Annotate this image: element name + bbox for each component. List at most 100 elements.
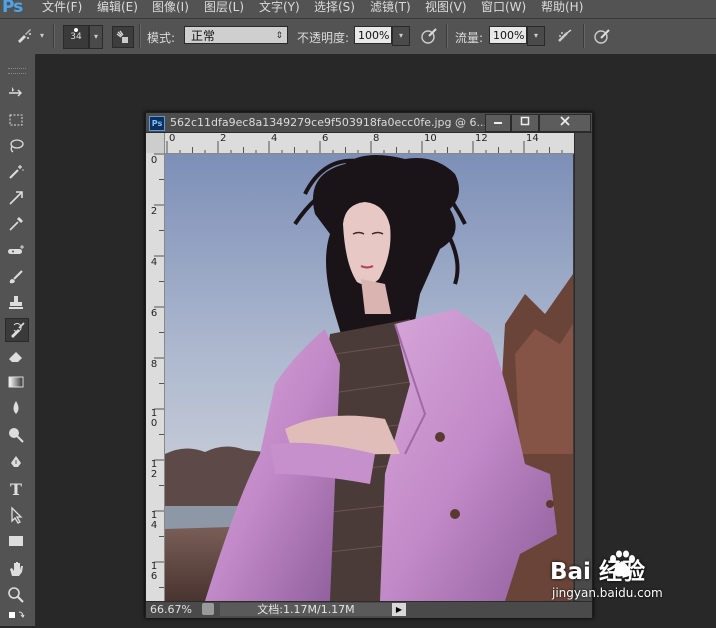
ruler-top-label: 14 xyxy=(526,133,539,144)
clone-stamp-icon[interactable] xyxy=(5,292,27,314)
status-info-icon[interactable] xyxy=(202,603,214,615)
magic-wand-icon[interactable] xyxy=(5,161,27,183)
separator xyxy=(583,24,585,48)
minimize-button[interactable] xyxy=(485,114,511,132)
brush-icon[interactable] xyxy=(5,266,27,288)
blend-mode-value: 正常 xyxy=(191,29,216,43)
ruler-left-label: 4 xyxy=(150,257,158,268)
photo-canvas[interactable] xyxy=(165,154,573,601)
options-bar: ▾ 34 ▾ 模式: 正常 ⇕ 不透明度: 100% ▾ 流量: 100% ▾ xyxy=(0,18,716,55)
brush-panel-toggle-icon[interactable] xyxy=(112,26,134,48)
document-window: Ps 562c11dfa9ec8a1349279ce9f503918fa0ecc… xyxy=(145,112,593,618)
panel-grip-icon[interactable] xyxy=(8,68,26,74)
history-brush-icon[interactable] xyxy=(5,318,29,342)
updown-arrows-icon: ⇕ xyxy=(275,31,283,41)
menu-select[interactable]: 选择(S) xyxy=(314,0,355,15)
minimize-icon xyxy=(494,122,502,124)
type-icon[interactable]: T xyxy=(5,478,27,500)
ruler-top-label: 12 xyxy=(475,133,488,144)
menu-layer[interactable]: 图层(L) xyxy=(204,0,244,15)
status-menu-arrow-icon[interactable]: ▶ xyxy=(392,603,406,616)
menu-file[interactable]: 文件(F) xyxy=(42,0,82,15)
tool-preset-dropdown[interactable]: ▾ xyxy=(36,25,48,47)
photo-image xyxy=(165,154,573,601)
marquee-icon[interactable] xyxy=(5,109,27,131)
menu-bar: Ps 文件(F) 编辑(E) 图像(I) 图层(L) 文字(Y) 选择(S) 滤… xyxy=(0,0,716,18)
watermark-url: jingyan.baidu.com xyxy=(552,586,663,600)
pressure-opacity-icon[interactable] xyxy=(419,26,439,46)
menu-help[interactable]: 帮助(H) xyxy=(541,0,583,15)
ruler-left-label: 14 xyxy=(150,510,158,531)
blur-icon[interactable] xyxy=(5,397,27,419)
ruler-left-label: 6 xyxy=(150,308,158,319)
baidu-watermark: Bai 经验 jingyan.baidu.com xyxy=(550,548,716,618)
menu-type[interactable]: 文字(Y) xyxy=(259,0,300,15)
ruler-top-label: 8 xyxy=(373,133,380,144)
gradient-icon[interactable] xyxy=(5,371,27,393)
tools-panel: T xyxy=(0,54,36,626)
rectangle-icon[interactable] xyxy=(5,530,27,552)
document-titlebar[interactable]: Ps 562c11dfa9ec8a1349279ce9f503918fa0ecc… xyxy=(146,113,592,133)
menu-filter[interactable]: 滤镜(T) xyxy=(370,0,411,15)
maximize-icon xyxy=(520,116,530,126)
blend-mode-select[interactable]: 正常 ⇕ xyxy=(184,26,288,44)
close-icon xyxy=(560,116,570,126)
eraser-icon[interactable] xyxy=(5,345,27,367)
airbrush-icon[interactable] xyxy=(555,26,575,46)
menu-edit[interactable]: 编辑(E) xyxy=(97,0,138,15)
menu-window[interactable]: 窗口(W) xyxy=(481,0,526,15)
eyedropper-icon[interactable] xyxy=(5,213,27,235)
hand-icon[interactable] xyxy=(5,558,27,580)
zoom-icon[interactable] xyxy=(5,584,27,606)
document-size-info[interactable]: 文档:1.17M/1.17M xyxy=(220,603,392,616)
separator xyxy=(139,24,141,48)
move-icon[interactable] xyxy=(5,82,27,104)
tool-preset-brush-icon[interactable] xyxy=(14,26,34,46)
ruler-left-label: 10 xyxy=(150,408,158,429)
vertical-ruler[interactable]: 0 2 4 6 8 10 12 14 16 xyxy=(146,153,165,601)
ruler-top-label: 6 xyxy=(322,133,329,144)
ruler-top-label: 4 xyxy=(271,133,278,144)
ruler-left-label: 16 xyxy=(150,561,158,582)
lasso-icon[interactable] xyxy=(5,135,27,157)
photoshop-logo: Ps xyxy=(2,0,23,17)
path-selection-icon[interactable] xyxy=(5,504,27,526)
status-bar: 66.67% 文档:1.17M/1.17M ▶ xyxy=(146,601,592,618)
pen-icon[interactable] xyxy=(5,452,27,474)
separator xyxy=(53,24,55,48)
ruler-left-label: 8 xyxy=(150,359,158,370)
menu-view[interactable]: 视图(V) xyxy=(425,0,467,15)
zoom-level[interactable]: 66.67% xyxy=(150,603,192,616)
baidu-paw-icon xyxy=(610,550,635,577)
ruler-left-label: 12 xyxy=(150,459,158,480)
flow-dropdown[interactable]: ▾ xyxy=(527,26,545,46)
ruler-top-label: 10 xyxy=(424,133,437,144)
swap-colors-icon[interactable] xyxy=(5,606,27,628)
close-button[interactable] xyxy=(539,114,591,132)
brush-size-picker[interactable]: 34 xyxy=(63,25,89,49)
ruler-left-label: 2 xyxy=(150,206,158,217)
crop-icon[interactable] xyxy=(5,187,27,209)
ruler-top-label: 0 xyxy=(169,133,176,144)
ruler-left-label: 0 xyxy=(150,155,158,166)
maximize-button[interactable] xyxy=(511,114,539,132)
flow-label: 流量: xyxy=(455,31,484,45)
separator xyxy=(446,24,448,48)
vertical-scrollbar[interactable] xyxy=(574,133,592,601)
brush-size-value: 34 xyxy=(70,32,82,42)
opacity-input[interactable]: 100% xyxy=(354,26,392,44)
dodge-icon[interactable] xyxy=(5,424,27,446)
horizontal-ruler[interactable]: 0 2 4 6 8 10 12 14 xyxy=(165,133,574,154)
brush-picker-dropdown[interactable]: ▾ xyxy=(89,25,103,49)
opacity-label: 不透明度: xyxy=(297,31,350,45)
document-title: 562c11dfa9ec8a1349279ce9f503918fa0ecc0fe… xyxy=(170,116,487,129)
spot-healing-icon[interactable] xyxy=(5,240,27,262)
ruler-top-label: 2 xyxy=(220,133,227,144)
mode-label: 模式: xyxy=(147,31,176,45)
menu-image[interactable]: 图像(I) xyxy=(152,0,189,15)
ps-document-icon: Ps xyxy=(149,116,165,131)
flow-input[interactable]: 100% xyxy=(489,26,527,44)
opacity-dropdown[interactable]: ▾ xyxy=(392,26,410,46)
pressure-size-icon[interactable] xyxy=(592,26,612,46)
ruler-origin[interactable] xyxy=(146,133,165,154)
